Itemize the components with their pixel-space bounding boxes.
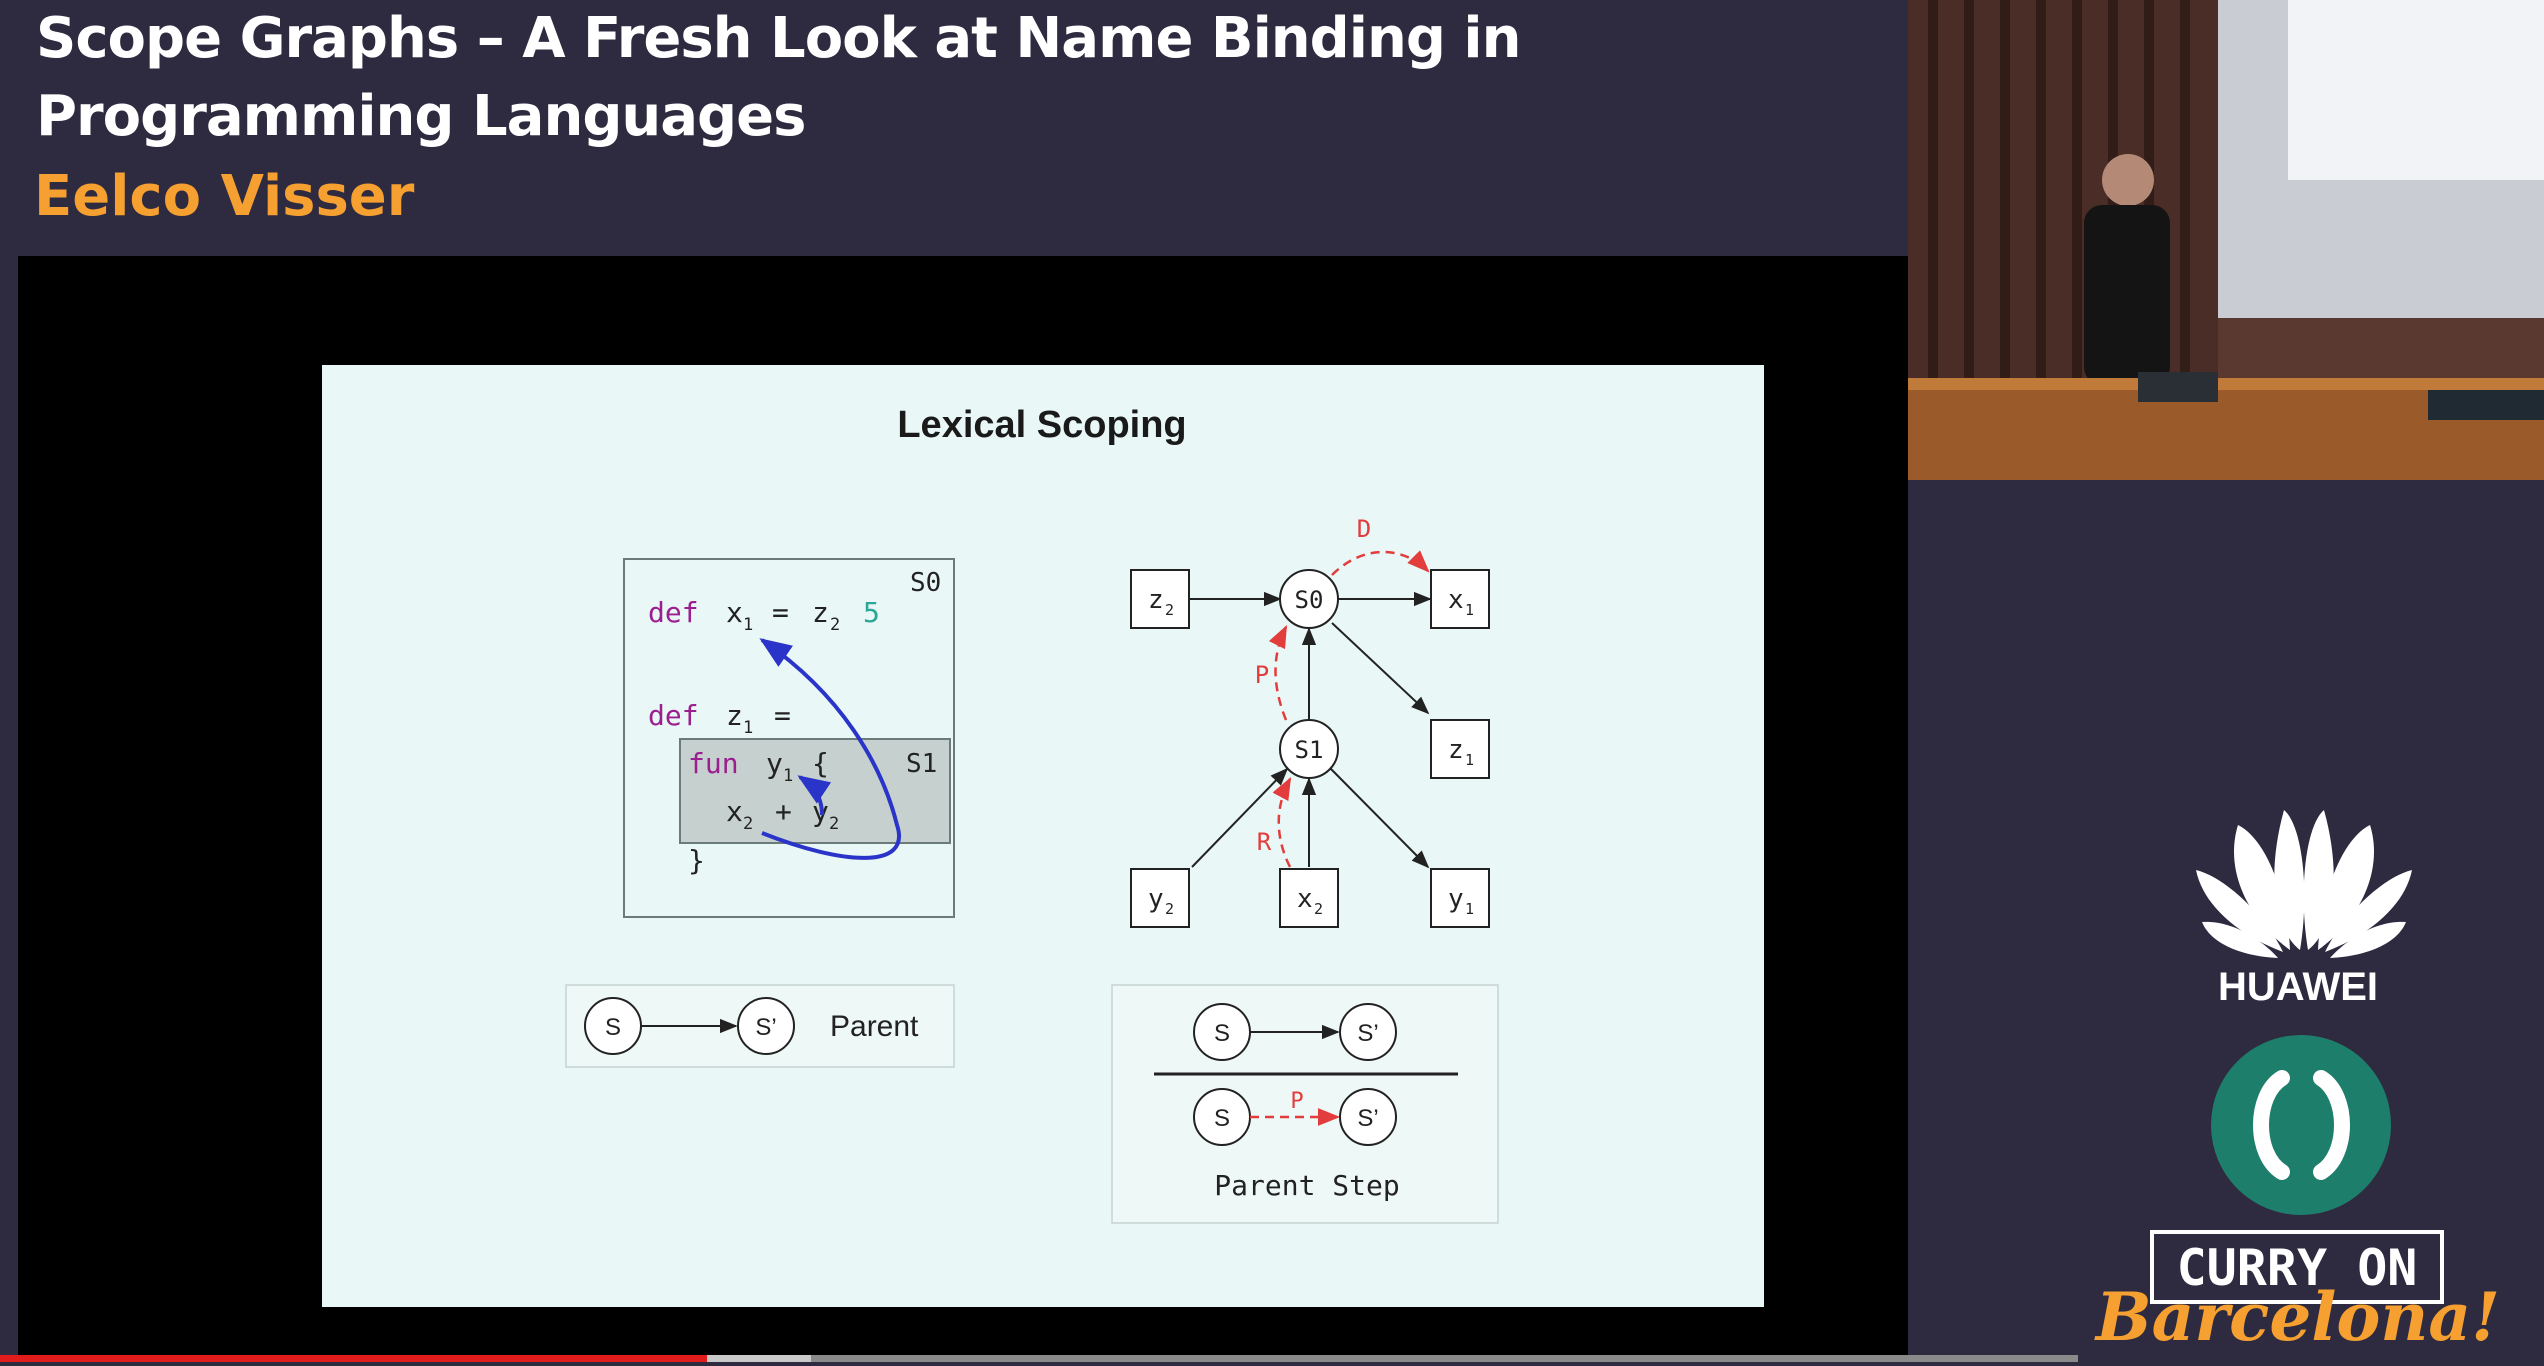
legend-parent-step: S S’ S P S’ Parent Step	[1111, 984, 1499, 1224]
code-y: y	[766, 747, 783, 780]
subscript: 2	[1314, 900, 1323, 918]
huawei-wordmark: HUAWEI	[2218, 965, 2378, 1009]
speaker-name: Eelco Visser	[34, 164, 415, 229]
graph-edge	[1331, 622, 1430, 715]
legend-node-label: S’	[1357, 1105, 1378, 1132]
subscript: 2	[829, 814, 839, 834]
legend-node-label: S	[1214, 1020, 1230, 1047]
scope-graph: D P R S0 S1 z 2 x 1 z 1 y 2 x 2 y 1	[1130, 515, 1490, 928]
node-name: z	[1148, 585, 1164, 615]
legend-edge-label-p: P	[1290, 1089, 1303, 1114]
code-plus: +	[775, 795, 792, 828]
legend-node-label: S	[605, 1014, 621, 1041]
slide-title: Lexical Scoping	[897, 404, 1186, 446]
code-literal: 5	[863, 596, 880, 629]
code-eq: =	[772, 596, 789, 629]
subscript: 1	[783, 766, 793, 786]
code-block: S0 def x 1 = z 2 5 def z 1 = S1 fun y 1 …	[623, 558, 955, 918]
reference-edge	[1272, 777, 1292, 868]
barcelona-wordmark: Barcelona!	[2094, 1278, 2500, 1356]
talk-header: Scope Graphs – A Fresh Look at Name Bind…	[0, 0, 1908, 256]
subscript: 2	[830, 615, 840, 635]
code-brace: {	[812, 747, 829, 780]
legend-parent-label: Parent	[830, 1010, 919, 1043]
scope-node-label: S1	[1295, 736, 1324, 764]
scope-node-label: S0	[1295, 586, 1324, 614]
code-x: x	[726, 795, 743, 828]
edge-label-p: P	[1255, 661, 1269, 689]
graph-edge	[1191, 767, 1289, 868]
graph-edge	[1330, 768, 1430, 869]
sponsor-sidebar: HUAWEI CURRY ON Barcelona!	[2078, 480, 2544, 1362]
code-z: z	[812, 596, 829, 629]
legend-parent: S S’ Parent	[565, 984, 955, 1068]
presentation-slide: Lexical Scoping S0 def x 1 = z 2 5 def z…	[322, 365, 1764, 1307]
code-x: x	[726, 596, 743, 629]
speaker-camera-feed	[1908, 0, 2544, 480]
subscript: 2	[743, 814, 753, 834]
scope-label-s1: S1	[906, 749, 937, 779]
node-name: z	[1448, 735, 1464, 765]
camera-image	[1908, 0, 2544, 480]
edge-label-r: R	[1257, 828, 1272, 856]
legend-parent-step-label: Parent Step	[1214, 1169, 1399, 1202]
sponsor-logos: HUAWEI CURRY ON Barcelona!	[2094, 810, 2500, 1356]
legend-node-label: S’	[755, 1014, 776, 1041]
subscript: 1	[1465, 900, 1474, 918]
node-name: y	[1448, 884, 1464, 914]
declaration-edge	[1331, 550, 1430, 576]
subscript: 1	[743, 718, 753, 738]
keyword-fun: fun	[688, 747, 739, 780]
edge-label-d: D	[1357, 515, 1371, 543]
subscript: 2	[1165, 601, 1174, 619]
subscript: 2	[1165, 900, 1174, 918]
node-name: x	[1297, 884, 1313, 914]
scope-label-s0: S0	[910, 568, 941, 598]
legend-node-label: S	[1214, 1105, 1230, 1132]
keyword-def: def	[648, 699, 699, 732]
curry-on-logo	[2211, 1035, 2391, 1215]
subscript: 1	[743, 615, 753, 635]
keyword-def: def	[648, 596, 699, 629]
slide-canvas: Lexical Scoping S0 def x 1 = z 2 5 def z…	[565, 404, 1499, 1224]
video-progress-buffered	[707, 1355, 811, 1362]
subscript: 1	[1465, 751, 1474, 769]
subscript: 1	[1465, 601, 1474, 619]
huawei-logo	[2196, 810, 2412, 958]
node-name: x	[1448, 585, 1464, 615]
node-name: y	[1148, 884, 1164, 914]
code-z: z	[726, 699, 743, 732]
code-eq: =	[774, 699, 791, 732]
video-progress-played[interactable]	[0, 1355, 707, 1362]
parent-edge	[1268, 624, 1288, 721]
legend-node-label: S’	[1357, 1020, 1378, 1047]
code-brace: }	[688, 844, 705, 877]
talk-title: Scope Graphs – A Fresh Look at Name Bind…	[36, 6, 1521, 149]
